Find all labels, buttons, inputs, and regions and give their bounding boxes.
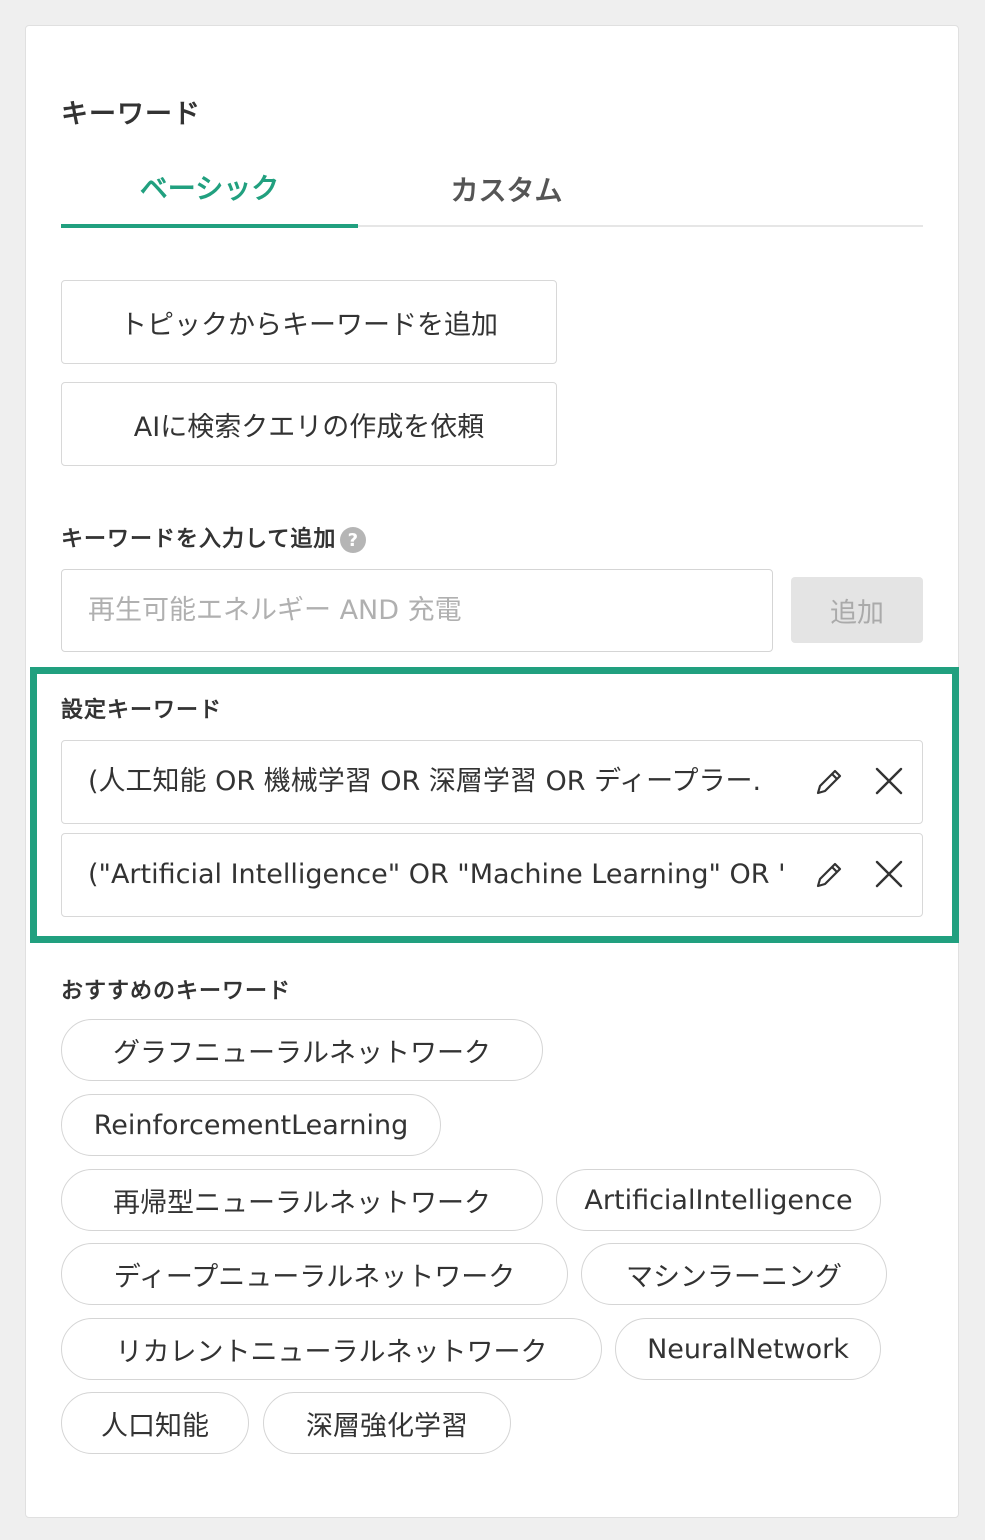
recommended-keyword-chip[interactable]: マシンラーニング	[581, 1243, 887, 1305]
ask-ai-query-button[interactable]: AIに検索クエリの作成を依頼	[61, 382, 557, 466]
keyword-input-label-text: キーワードを入力して追加	[61, 527, 337, 552]
pencil-icon[interactable]	[812, 858, 846, 892]
recommended-keyword-chip[interactable]: ReinforcementLearning	[61, 1094, 441, 1156]
help-icon[interactable]: ?	[340, 527, 367, 553]
recommended-keyword-chip[interactable]: 再帰型ニューラルネットワーク	[61, 1169, 543, 1231]
panel-title: キーワード	[61, 99, 201, 130]
recommended-keyword-chip[interactable]: ディープニューラルネットワーク	[61, 1243, 568, 1305]
keyword-input-label: キーワードを入力して追加?	[61, 521, 367, 553]
close-icon[interactable]	[872, 764, 906, 798]
tab-custom[interactable]: カスタム	[358, 150, 655, 227]
pencil-icon[interactable]	[812, 765, 846, 799]
set-keywords-label: 設定キーワード	[61, 698, 223, 723]
recommended-keyword-chip[interactable]: リカレントニューラルネットワーク	[61, 1318, 602, 1380]
tab-basic[interactable]: ベーシック	[61, 150, 358, 228]
set-keyword-row: (人工知能 OR 機械学習 OR 深層学習 OR ディープラー.	[61, 740, 923, 824]
recommended-keyword-chip[interactable]: ArtificialIntelligence	[556, 1169, 881, 1231]
recommended-keyword-chip[interactable]: 人口知能	[61, 1392, 249, 1454]
tab-bar: ベーシック カスタム	[61, 150, 923, 228]
set-keyword-text: (人工知能 OR 機械学習 OR 深層学習 OR ディープラー.	[88, 766, 762, 797]
recommended-keyword-chip[interactable]: NeuralNetwork	[615, 1318, 881, 1380]
close-icon[interactable]	[872, 857, 906, 891]
recommended-keywords-label: おすすめのキーワード	[61, 979, 292, 1004]
recommended-keyword-chip[interactable]: グラフニューラルネットワーク	[61, 1019, 543, 1081]
set-keyword-row: ("Artificial Intelligence" OR "Machine L…	[61, 833, 923, 917]
add-from-topic-button[interactable]: トピックからキーワードを追加	[61, 280, 557, 364]
keyword-input[interactable]	[61, 569, 773, 652]
set-keyword-text: ("Artificial Intelligence" OR "Machine L…	[88, 859, 786, 890]
add-keyword-button[interactable]: 追加	[791, 577, 923, 643]
recommended-keyword-chip[interactable]: 深層強化学習	[263, 1392, 511, 1454]
